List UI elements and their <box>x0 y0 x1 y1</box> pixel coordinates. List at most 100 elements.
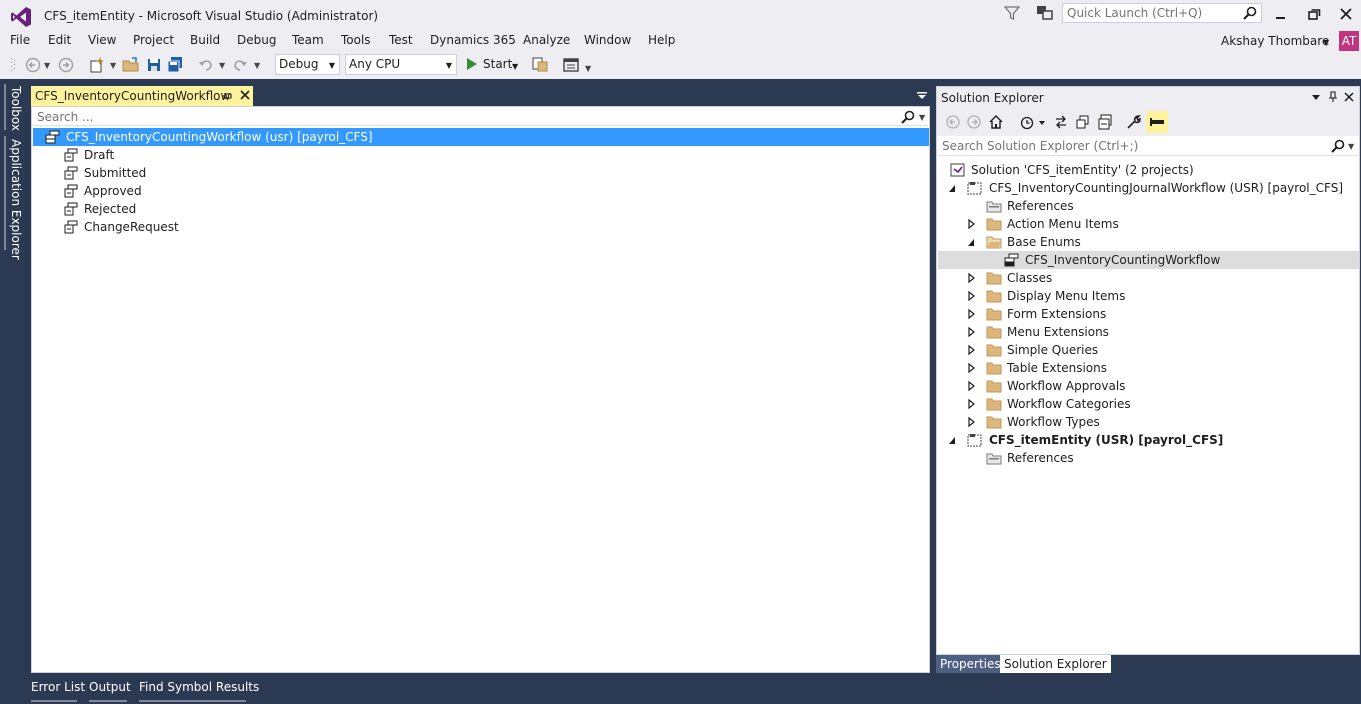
menu-project[interactable]: Project <box>133 33 174 47</box>
enum-value-node[interactable]: Draft <box>33 146 929 164</box>
menu-tools[interactable]: Tools <box>341 33 371 47</box>
folder-node[interactable]: Simple Queries <box>938 341 1359 359</box>
menu-team[interactable]: Team <box>292 33 324 47</box>
redo-icon[interactable] <box>231 56 249 74</box>
solution-explorer-search-box[interactable]: ▼ <box>938 136 1358 156</box>
menu-file[interactable]: File <box>10 33 30 47</box>
project-node[interactable]: CFS_InventoryCountingJournalWorkflow (US… <box>938 179 1359 197</box>
menu-window[interactable]: Window <box>584 33 631 47</box>
close-icon[interactable] <box>238 88 252 102</box>
chevron-down-icon[interactable]: ▼ <box>44 61 50 70</box>
menu-dynamics-365[interactable]: Dynamics 365 <box>430 33 516 47</box>
collapsed-arrow-icon[interactable] <box>966 380 976 392</box>
restore-icon[interactable] <box>1302 4 1326 24</box>
close-icon[interactable] <box>1343 91 1355 103</box>
home-icon[interactable] <box>988 114 1004 130</box>
forward-icon[interactable] <box>966 114 982 130</box>
folder-node[interactable]: Table Extensions <box>938 359 1359 377</box>
folder-node[interactable]: Menu Extensions <box>938 323 1359 341</box>
solution-platform-select[interactable]: Any CPU ▼ <box>345 54 457 75</box>
chevron-down-icon[interactable]: ▼ <box>1323 38 1329 47</box>
menu-help[interactable]: Help <box>648 33 675 47</box>
collapse-all-icon[interactable] <box>1097 114 1113 130</box>
designer-search-input[interactable] <box>33 108 893 125</box>
avatar[interactable]: AT <box>1339 31 1359 51</box>
menu-edit[interactable]: Edit <box>48 33 71 47</box>
window-layout-icon[interactable] <box>562 56 580 74</box>
start-button[interactable]: Start <box>483 57 512 71</box>
navigate-back-icon[interactable] <box>24 56 42 74</box>
menu-build[interactable]: Build <box>190 33 220 47</box>
quick-launch-input[interactable] <box>1063 4 1238 22</box>
preview-selected-items-button[interactable] <box>1146 111 1168 133</box>
chevron-down-icon[interactable]: ▼ <box>919 113 925 122</box>
enum-value-node[interactable]: Approved <box>33 182 929 200</box>
new-project-icon[interactable] <box>88 56 106 74</box>
enum-value-node[interactable]: Rejected <box>33 200 929 218</box>
feedback-icon[interactable] <box>1036 5 1054 21</box>
folder-node[interactable]: Classes <box>938 269 1359 287</box>
chevron-down-icon[interactable]: ▼ <box>254 61 260 70</box>
references-node[interactable]: References <box>938 197 1359 215</box>
search-icon[interactable] <box>1331 139 1345 153</box>
document-list-dropdown-icon[interactable] <box>917 92 927 100</box>
menu-analyze[interactable]: Analyze <box>523 33 570 47</box>
open-file-icon[interactable] <box>122 56 140 74</box>
folder-node[interactable]: Base Enums <box>938 233 1359 251</box>
chevron-down-icon[interactable]: ▼ <box>219 61 225 70</box>
expanded-arrow-icon[interactable] <box>966 236 976 248</box>
toolbar-overflow-icon[interactable]: ▼ <box>585 64 591 73</box>
tab-solution-explorer[interactable]: Solution Explorer <box>1000 655 1111 673</box>
pin-icon[interactable] <box>221 90 233 102</box>
folder-node[interactable]: Workflow Approvals <box>938 377 1359 395</box>
tab-find-symbol-results[interactable]: Find Symbol Results <box>139 680 259 694</box>
quick-launch-box[interactable] <box>1062 3 1262 23</box>
search-icon[interactable] <box>1243 6 1257 20</box>
menu-view[interactable]: View <box>88 33 116 47</box>
save-all-icon[interactable] <box>166 56 184 74</box>
pin-icon[interactable] <box>1327 91 1339 103</box>
enum-value-node[interactable]: ChangeRequest <box>33 218 929 236</box>
close-icon[interactable] <box>1334 4 1358 24</box>
expanded-arrow-icon[interactable] <box>947 434 957 446</box>
start-play-icon[interactable] <box>466 57 478 71</box>
search-icon[interactable] <box>901 110 915 124</box>
chevron-down-icon[interactable] <box>1037 114 1047 130</box>
document-tab[interactable]: CFS_InventoryCountingWorkflow <box>31 86 253 106</box>
solution-node[interactable]: Solution 'CFS_itemEntity' (2 projects) <box>938 161 1359 179</box>
collapsed-arrow-icon[interactable] <box>966 398 976 410</box>
tab-output[interactable]: Output <box>89 680 131 694</box>
collapsed-arrow-icon[interactable] <box>966 416 976 428</box>
back-icon[interactable] <box>945 114 961 130</box>
undo-icon[interactable] <box>197 56 215 74</box>
window-position-icon[interactable] <box>1310 91 1322 103</box>
chevron-down-icon[interactable]: ▼ <box>110 61 116 70</box>
base-enum-node[interactable]: CFS_InventoryCountingWorkflow <box>938 251 1359 269</box>
collapsed-arrow-icon[interactable] <box>966 308 976 320</box>
enum-value-node[interactable]: Submitted <box>33 164 929 182</box>
minimize-icon[interactable] <box>1268 4 1292 24</box>
collapsed-arrow-icon[interactable] <box>966 218 976 230</box>
folder-node[interactable]: Workflow Types <box>938 413 1359 431</box>
find-in-files-icon[interactable] <box>531 56 549 74</box>
toolbox-tab[interactable]: Toolbox <box>9 86 23 131</box>
chevron-down-icon[interactable]: ▼ <box>512 62 518 71</box>
collapsed-arrow-icon[interactable] <box>966 344 976 356</box>
properties-wrench-icon[interactable] <box>1126 114 1142 130</box>
expanded-arrow-icon[interactable] <box>947 182 957 194</box>
solution-explorer-search-input[interactable] <box>938 136 1318 155</box>
folder-node[interactable]: Workflow Categories <box>938 395 1359 413</box>
enum-root-node[interactable]: CFS_InventoryCountingWorkflow (usr) [pay… <box>33 128 929 146</box>
folder-node[interactable]: Display Menu Items <box>938 287 1359 305</box>
sync-with-active-document-icon[interactable] <box>1053 114 1069 130</box>
tab-error-list[interactable]: Error List <box>31 680 85 694</box>
menu-test[interactable]: Test <box>389 33 413 47</box>
filter-icon[interactable] <box>1004 5 1020 21</box>
collapsed-arrow-icon[interactable] <box>966 326 976 338</box>
folder-node[interactable]: Form Extensions <box>938 305 1359 323</box>
chevron-down-icon[interactable]: ▼ <box>1348 142 1354 151</box>
designer-search-box[interactable]: ▼ <box>33 108 928 126</box>
collapsed-arrow-icon[interactable] <box>966 290 976 302</box>
project-node[interactable]: CFS_itemEntity (USR) [payrol_CFS] <box>938 431 1359 449</box>
references-node[interactable]: References <box>938 449 1359 467</box>
